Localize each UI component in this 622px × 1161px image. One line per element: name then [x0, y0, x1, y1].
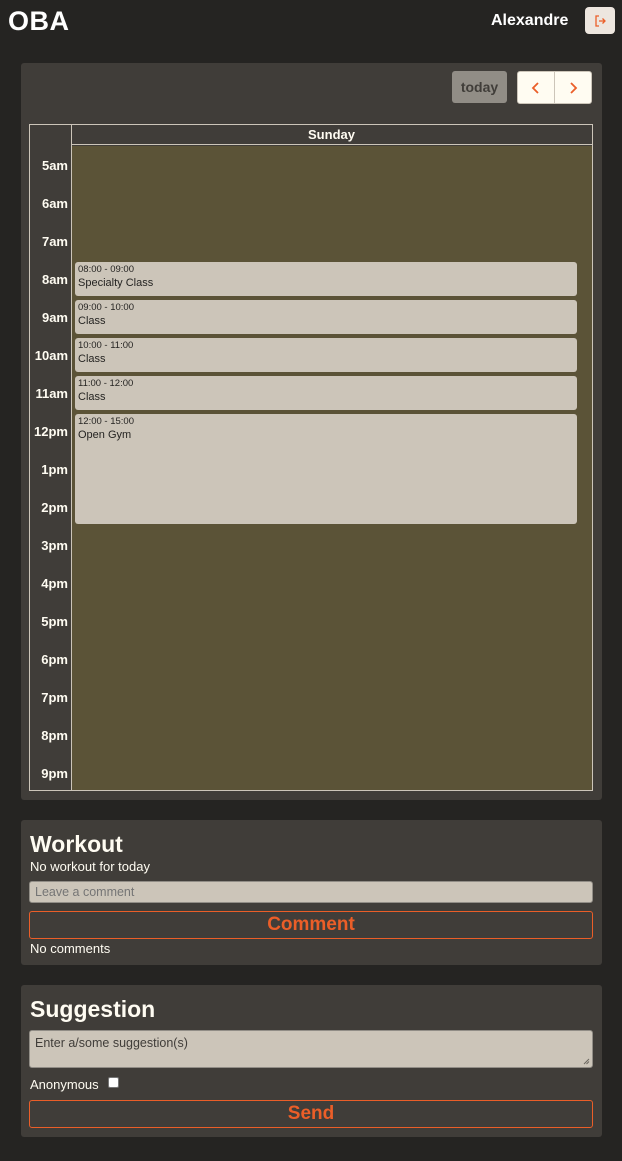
- today-button[interactable]: today: [452, 71, 507, 103]
- comments-status: No comments: [30, 941, 111, 956]
- suggestion-textarea[interactable]: Enter a/some suggestion(s): [29, 1030, 593, 1068]
- event-time: 11:00 - 12:00: [78, 378, 134, 389]
- time-label: 5pm: [41, 614, 68, 629]
- chevron-right-icon: [570, 81, 578, 94]
- day-header: Sunday: [71, 125, 592, 145]
- next-button[interactable]: [554, 71, 592, 104]
- send-button[interactable]: Send: [29, 1100, 593, 1128]
- logout-icon: [595, 14, 606, 27]
- time-label: 4pm: [41, 576, 68, 591]
- comment-button[interactable]: Comment: [29, 911, 593, 939]
- calendar-card: today Sunday 5am 6am 7am 8am 9am 10am 11am 12pm…: [21, 63, 602, 800]
- event-title: Specialty Class: [78, 277, 154, 289]
- time-label: 9pm: [41, 766, 68, 781]
- anonymous-label: Anonymous: [30, 1077, 99, 1092]
- time-label: 8am: [41, 272, 68, 287]
- time-label: 3pm: [41, 538, 68, 553]
- time-label: 2pm: [41, 500, 68, 515]
- event-time: 09:00 - 10:00: [78, 302, 134, 313]
- event-time: 10:00 - 11:00: [78, 340, 134, 351]
- suggestion-placeholder: Enter a/some suggestion(s): [35, 1036, 188, 1050]
- calendar-event[interactable]: 10:00 - 11:00 Class: [75, 338, 577, 372]
- calendar-event[interactable]: 11:00 - 12:00 Class: [75, 376, 577, 410]
- event-time: 08:00 - 09:00: [78, 264, 134, 275]
- workout-status: No workout for today: [30, 859, 150, 874]
- time-label: 6am: [41, 196, 68, 211]
- time-label: 6pm: [41, 652, 68, 667]
- time-label: 10am: [34, 348, 68, 363]
- time-label: 7am: [41, 234, 68, 249]
- time-label: 9am: [41, 310, 68, 325]
- event-time: 12:00 - 15:00: [78, 416, 134, 427]
- time-label: 12pm: [34, 424, 68, 439]
- event-title: Class: [78, 353, 106, 365]
- suggestion-card: Suggestion Enter a/some suggestion(s) An…: [21, 985, 602, 1137]
- brand-logo[interactable]: OBA: [8, 6, 70, 37]
- time-label: 1pm: [41, 462, 68, 477]
- chevron-left-icon: [531, 81, 539, 94]
- calendar-event[interactable]: 09:00 - 10:00 Class: [75, 300, 577, 334]
- anonymous-checkbox[interactable]: [108, 1077, 119, 1088]
- time-label: 7pm: [41, 690, 68, 705]
- calendar-event[interactable]: 08:00 - 09:00 Specialty Class: [75, 262, 577, 296]
- username: Alexandre: [491, 12, 569, 29]
- time-axis-divider: [71, 125, 72, 790]
- event-title: Class: [78, 391, 106, 403]
- time-label: 11am: [35, 386, 68, 401]
- workout-card: Workout No workout for today Comment No …: [21, 820, 602, 965]
- workout-title: Workout: [30, 831, 123, 857]
- event-title: Class: [78, 315, 106, 327]
- resize-grip-icon[interactable]: [583, 1058, 590, 1065]
- top-bar: OBA Alexandre: [0, 0, 622, 44]
- time-label: 5am: [41, 158, 68, 173]
- calendar-grid: Sunday 5am 6am 7am 8am 9am 10am 11am 12pm 1pm 2pm…: [29, 124, 593, 791]
- prev-button[interactable]: [517, 71, 555, 104]
- comment-input[interactable]: [29, 881, 593, 903]
- calendar-event[interactable]: 12:00 - 15:00 Open Gym: [75, 414, 577, 524]
- time-label: 8pm: [41, 728, 68, 743]
- logout-button[interactable]: [585, 7, 615, 34]
- event-title: Open Gym: [78, 429, 132, 441]
- suggestion-title: Suggestion: [30, 996, 156, 1022]
